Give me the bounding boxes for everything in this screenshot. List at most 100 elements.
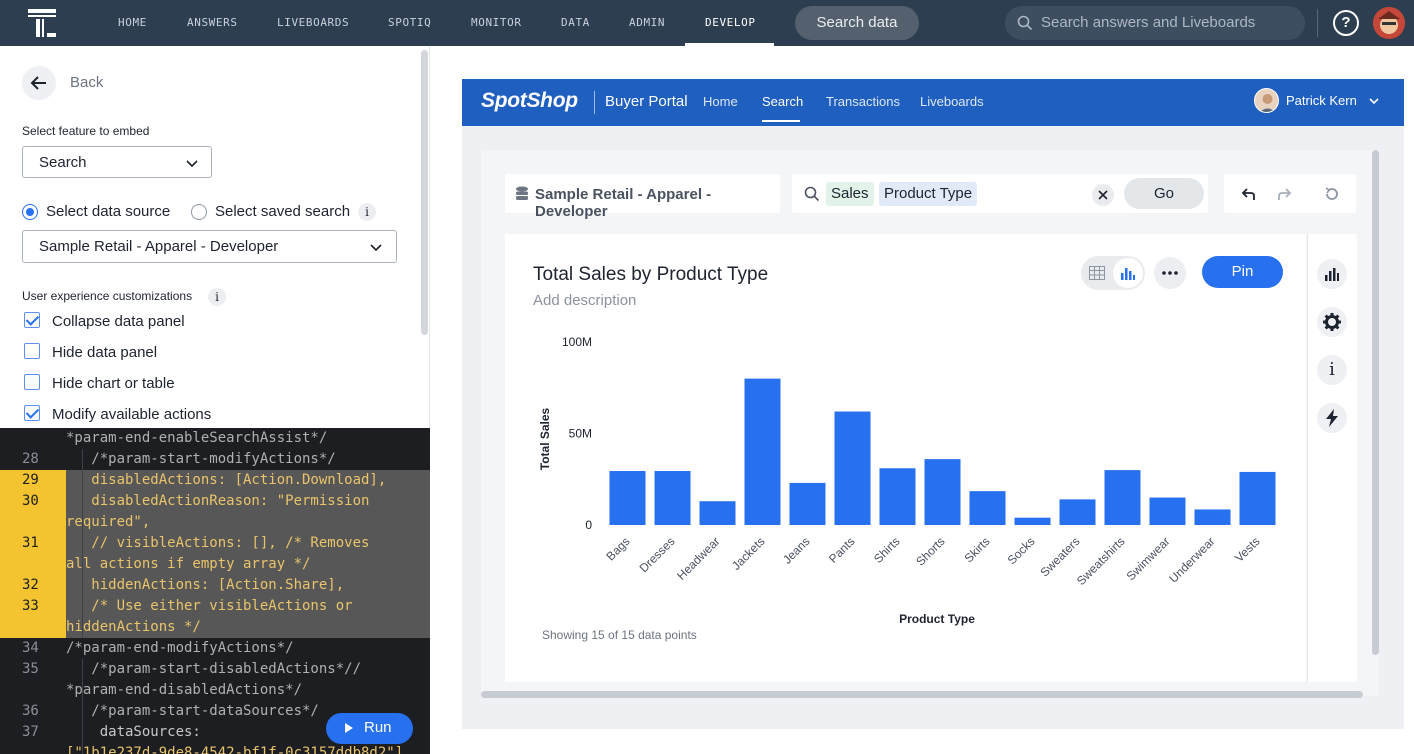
code-text: /* Use either visibleActions or — [66, 598, 353, 614]
nav-answers[interactable]: ANSWERS — [187, 16, 238, 29]
clear-search-button[interactable] — [1092, 184, 1114, 206]
shop-nav-transactions[interactable]: Transactions — [826, 94, 900, 109]
bar[interactable] — [834, 411, 871, 525]
nav-home[interactable]: HOME — [118, 16, 147, 29]
info-icon[interactable]: i — [208, 288, 226, 306]
search-answers-input[interactable]: Search answers and Liveboards — [1005, 6, 1305, 40]
x-tick-label: Jackets — [729, 534, 768, 573]
shop-nav-liveboards[interactable]: Liveboards — [920, 94, 984, 109]
nav-liveboards[interactable]: LIVEBOARDS — [277, 16, 349, 29]
bar[interactable] — [879, 468, 916, 525]
code-line[interactable]: all actions if empty array */ — [0, 554, 430, 575]
answer-card: Total Sales by Product Type Add descript… — [505, 234, 1306, 682]
code-text: required", — [66, 514, 151, 530]
nav-spotiq[interactable]: SPOTIQ — [388, 16, 431, 29]
code-line[interactable]: *param-end-disabledActions*/ — [0, 680, 430, 701]
code-line[interactable]: ["1b1e237d-9de8-4542-bf1f-0c3157ddb8d2"] — [0, 743, 430, 754]
checkbox-label[interactable]: Modify available actions — [52, 406, 211, 423]
nav-admin[interactable]: ADMIN — [629, 16, 665, 29]
bar[interactable] — [924, 459, 961, 525]
x-tick-label: Sweaters — [1037, 534, 1082, 579]
bar[interactable] — [1239, 471, 1276, 525]
code-line[interactable]: *param-end-enableSearchAssist*/ — [0, 428, 430, 449]
run-label: Run — [364, 719, 392, 736]
radio-saved-search[interactable] — [191, 204, 207, 220]
bar[interactable] — [789, 482, 826, 525]
chevron-down-icon[interactable] — [1368, 95, 1380, 107]
shop-nav-search[interactable]: Search — [762, 94, 803, 109]
bar[interactable] — [1014, 517, 1051, 525]
ux-customizations-label: User experience customizations — [22, 289, 193, 303]
nav-data[interactable]: DATA — [561, 16, 590, 29]
back-button[interactable] — [22, 66, 56, 100]
search-bar[interactable]: Sales Product Type Go — [792, 174, 1208, 213]
scrollbar-thumb[interactable] — [421, 50, 428, 335]
settings-button[interactable] — [1317, 307, 1347, 337]
checkbox-collapse-data-panel[interactable] — [24, 312, 40, 328]
bar[interactable] — [1149, 497, 1186, 525]
bar[interactable] — [1104, 470, 1141, 525]
go-button[interactable]: Go — [1124, 178, 1204, 209]
checkbox-label[interactable]: Collapse data panel — [52, 313, 185, 330]
code-line[interactable]: hiddenActions */ — [0, 617, 430, 638]
chart-config-button[interactable] — [1317, 259, 1347, 289]
x-tick-label: Skirts — [962, 534, 993, 565]
code-line[interactable]: required", — [0, 512, 430, 533]
code-line[interactable]: 28 /*param-start-modifyActions*/ — [0, 449, 430, 470]
code-editor[interactable]: *param-end-enableSearchAssist*/ 28 /*para… — [0, 428, 430, 754]
search-token-measure[interactable]: Sales — [826, 182, 874, 206]
checkbox-modify-actions[interactable] — [24, 405, 40, 421]
nav-develop[interactable]: DEVELOP — [705, 16, 756, 29]
checkbox-hide-chart-or-table[interactable] — [24, 374, 40, 390]
spotshop-header: SpotShop Buyer Portal Home Search Transa… — [462, 79, 1404, 126]
code-line[interactable]: 29 disabledActions: [Action.Download], — [0, 470, 430, 491]
header-divider — [594, 91, 595, 114]
info-icon[interactable]: i — [358, 203, 376, 221]
spotiq-button[interactable] — [1317, 403, 1347, 433]
code-line[interactable]: 35 /*param-start-disabledActions*// — [0, 659, 430, 680]
bar[interactable] — [1194, 509, 1231, 525]
bar[interactable] — [654, 471, 691, 525]
checkbox-label[interactable]: Hide chart or table — [52, 375, 175, 392]
radio-data-source[interactable] — [22, 204, 38, 220]
search-token-attribute[interactable]: Product Type — [879, 182, 978, 206]
shop-nav-home[interactable]: Home — [703, 94, 738, 109]
preview-vertical-scrollbar[interactable] — [1372, 150, 1379, 655]
avatar[interactable] — [1373, 7, 1405, 39]
user-avatar[interactable] — [1254, 88, 1279, 113]
bar[interactable] — [969, 491, 1006, 525]
undo-icon[interactable] — [1240, 185, 1258, 203]
bar[interactable] — [699, 501, 736, 525]
search-data-button[interactable]: Search data — [795, 6, 919, 40]
info-button[interactable]: i — [1317, 355, 1347, 385]
checkbox-label[interactable]: Hide data panel — [52, 344, 157, 361]
radio-data-source-label[interactable]: Select data source — [46, 203, 170, 220]
back-label[interactable]: Back — [70, 74, 103, 91]
code-line[interactable]: 33 /* Use either visibleActions or — [0, 596, 430, 617]
feature-select[interactable]: Search — [22, 146, 212, 178]
code-line[interactable]: 34 /*param-end-modifyActions*/ — [0, 638, 430, 659]
code-text: /*param-start-modifyActions*/ — [66, 451, 336, 467]
radio-saved-search-label[interactable]: Select saved search — [215, 203, 350, 220]
x-tick-label: Sweatshirts — [1074, 534, 1128, 588]
bar[interactable] — [744, 378, 781, 525]
y-tick-label: 50M — [569, 427, 592, 441]
code-line[interactable]: 31 // visibleActions: [], /* Removes — [0, 533, 430, 554]
spotshop-logo[interactable]: SpotShop — [481, 89, 578, 113]
datasource-selector[interactable]: Sample Retail - Apparel - Developer — [505, 174, 780, 220]
search-icon — [804, 186, 820, 202]
bar[interactable] — [1059, 499, 1096, 525]
redo-icon[interactable] — [1275, 185, 1293, 203]
checkbox-hide-data-panel[interactable] — [24, 343, 40, 359]
user-name[interactable]: Patrick Kern — [1286, 93, 1357, 108]
thoughtspot-logo[interactable] — [27, 8, 57, 38]
reset-icon[interactable] — [1323, 185, 1341, 203]
help-button[interactable]: ? — [1333, 10, 1359, 36]
code-line[interactable]: 32 hiddenActions: [Action.Share], — [0, 575, 430, 596]
bar[interactable] — [609, 471, 646, 525]
code-line[interactable]: 30 disabledActionReason: "Permission — [0, 491, 430, 512]
run-button[interactable]: Run — [326, 713, 413, 744]
nav-monitor[interactable]: MONITOR — [471, 16, 522, 29]
data-source-select[interactable]: Sample Retail - Apparel - Developer — [22, 230, 397, 263]
preview-horizontal-scrollbar[interactable] — [481, 691, 1363, 698]
